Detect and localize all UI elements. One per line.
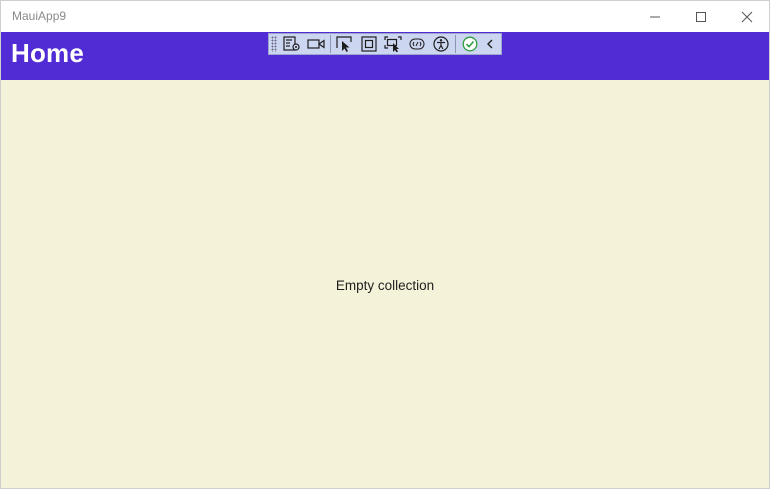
app-window: MauiApp9 Home Empty collection — [0, 0, 770, 489]
chevron-left-icon — [487, 39, 493, 49]
collection-view[interactable]: Empty collection — [1, 80, 769, 488]
accessibility-checker-icon — [433, 36, 449, 52]
select-element-button[interactable] — [334, 35, 356, 53]
toolbar-separator — [455, 35, 456, 53]
accessibility-checker-button[interactable] — [430, 35, 452, 53]
empty-view-label: Empty collection — [335, 278, 435, 293]
title-bar[interactable]: MauiApp9 — [1, 1, 769, 32]
maximize-button[interactable] — [678, 1, 724, 32]
close-button[interactable] — [724, 1, 769, 32]
toolbar-grip-handle[interactable] — [271, 36, 277, 52]
toolbar-separator — [330, 35, 331, 53]
track-focus-icon — [384, 36, 402, 52]
binding-failures-button[interactable] — [406, 35, 428, 53]
track-focus-button[interactable] — [382, 35, 404, 53]
collapse-toolbar-button[interactable] — [483, 35, 497, 53]
video-camera-icon — [307, 39, 325, 49]
display-layout-adorners-icon — [361, 36, 377, 52]
page-title: Home — [11, 38, 85, 68]
record-video-button[interactable] — [305, 35, 327, 53]
close-icon — [741, 11, 753, 22]
live-visual-tree-icon — [283, 36, 300, 51]
binding-failures-icon — [409, 38, 425, 50]
window-title: MauiApp9 — [12, 9, 67, 23]
layout-adorners-button[interactable] — [358, 35, 380, 53]
select-element-icon — [336, 36, 352, 52]
xaml-debug-toolbar — [268, 33, 502, 55]
minimize-icon — [650, 16, 660, 17]
status-checkmark-button[interactable] — [459, 35, 481, 53]
minimize-button[interactable] — [632, 1, 678, 32]
live-visual-tree-button[interactable] — [281, 35, 303, 53]
checkmark-status-icon — [462, 36, 478, 52]
maximize-icon — [696, 11, 706, 22]
